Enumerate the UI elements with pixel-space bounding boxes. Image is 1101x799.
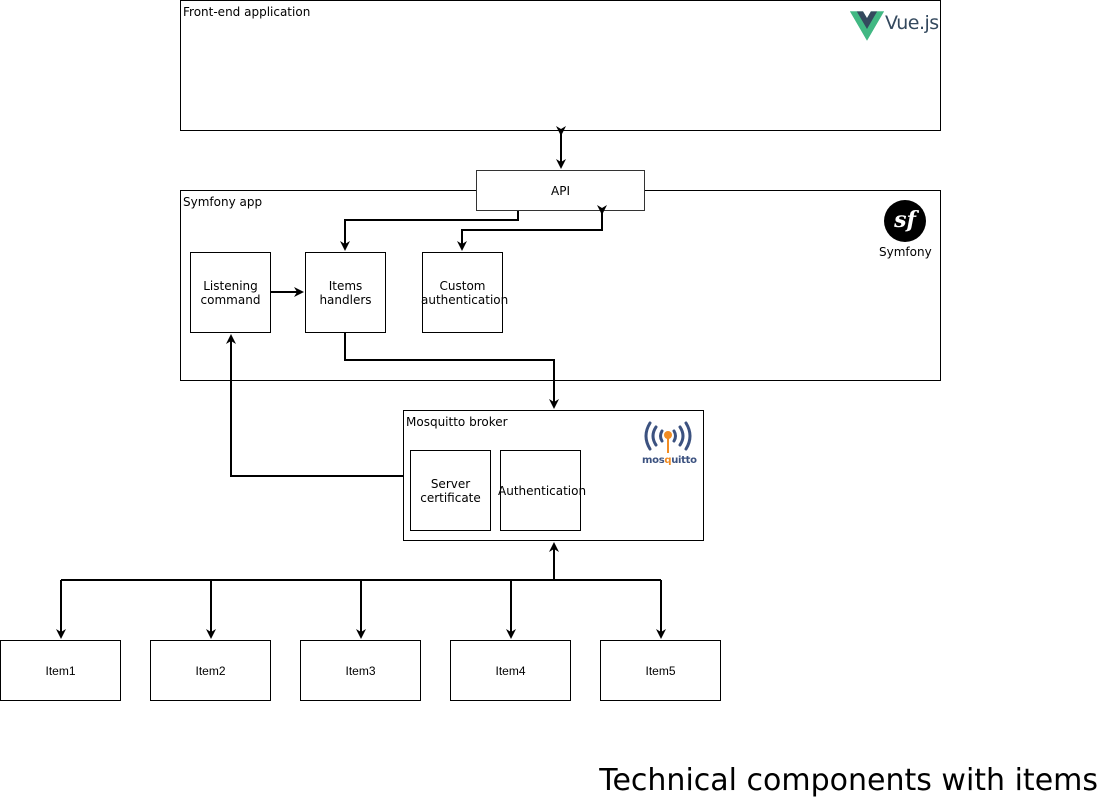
custom-authentication-label: Custom authentication — [421, 278, 509, 307]
item-node[interactable]: Item3 — [300, 640, 421, 701]
vue-logo: Vue.js — [850, 9, 939, 41]
symfony-icon: sf — [884, 200, 926, 242]
diagram-title: Technical components with items — [599, 763, 1098, 798]
custom-authentication-node[interactable]: Custom authentication — [421, 252, 509, 333]
items-handlers-node[interactable]: Items handlers — [305, 252, 386, 333]
frontend-container: Front-end application Vue.js — [180, 0, 941, 131]
item-node[interactable]: Item5 — [600, 640, 721, 701]
api-node[interactable]: API — [476, 170, 645, 211]
mosquitto-icon — [644, 421, 692, 453]
item-label: Item5 — [645, 663, 676, 678]
symfony-label: Symfony app — [183, 195, 263, 209]
symfony-logo-text: Symfony — [879, 245, 932, 259]
item-node[interactable]: Item2 — [150, 640, 271, 701]
authentication-node[interactable]: Authentication — [498, 450, 587, 531]
server-certificate-node[interactable]: Server certificate — [410, 450, 491, 531]
symfony-container: Symfony app sf Symfony — [180, 190, 941, 381]
vue-logo-text: Vue.js — [885, 12, 939, 34]
mosquitto-logo: mosquitto — [640, 419, 697, 469]
item-label: Item2 — [195, 663, 226, 678]
item-label: Item1 — [45, 663, 76, 678]
authentication-label: Authentication — [498, 483, 587, 498]
listening-command-node[interactable]: Listening command — [190, 252, 271, 333]
item-label: Item4 — [495, 663, 526, 678]
vue-icon — [850, 11, 884, 41]
server-certificate-label: Server certificate — [420, 476, 481, 505]
item-node[interactable]: Item4 — [450, 640, 571, 701]
item-node[interactable]: Item1 — [0, 640, 121, 701]
listening-command-label: Listening command — [200, 278, 261, 307]
item-label: Item3 — [345, 663, 376, 678]
frontend-label: Front-end application — [183, 5, 311, 19]
mosquitto-logo-text: mosquitto — [642, 455, 697, 466]
symfony-logo: sf Symfony — [875, 200, 935, 264]
items-handlers-label: Items handlers — [319, 278, 372, 307]
api-label: API — [551, 183, 570, 198]
mosquitto-label: Mosquitto broker — [406, 415, 508, 429]
